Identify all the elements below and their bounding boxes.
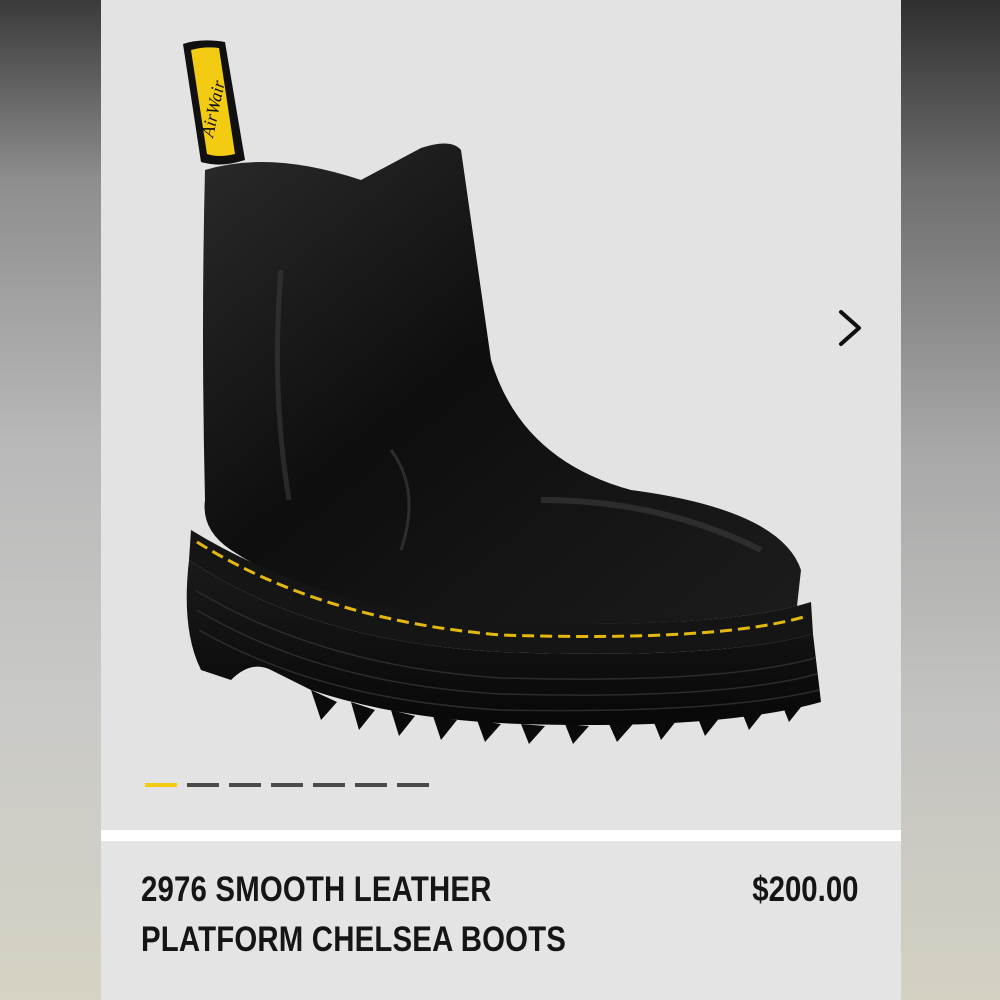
blurred-background-right (901, 0, 1000, 1000)
blurred-background-left (0, 0, 101, 1000)
pull-tab: AirWair (183, 40, 245, 165)
carousel-dot-4[interactable] (271, 783, 303, 787)
carousel-dot-1[interactable] (145, 783, 177, 787)
product-title-line-1: 2976 SMOOTH LEATHER (141, 870, 492, 909)
carousel-dot-7[interactable] (397, 783, 429, 787)
carousel-dot-6[interactable] (355, 783, 387, 787)
product-info: 2976 SMOOTH LEATHER PLATFORM CHELSEA BOO… (101, 841, 901, 1000)
carousel-indicators (145, 783, 429, 787)
chevron-right-icon (839, 310, 861, 346)
product-card: AirWair 2976 SMOOTH LEATHER PLATFORM CHE… (101, 0, 901, 1000)
product-price: $200.00 (752, 870, 859, 909)
carousel-dot-2[interactable] (187, 783, 219, 787)
product-title-line-2: PLATFORM CHELSEA BOOTS (141, 920, 567, 959)
carousel-dot-5[interactable] (313, 783, 345, 787)
product-title: 2976 SMOOTH LEATHER PLATFORM CHELSEA BOO… (141, 865, 578, 965)
section-divider (101, 830, 901, 841)
boot-product-image: AirWair (183, 40, 821, 744)
next-slide-button[interactable] (821, 300, 877, 356)
product-image-carousel[interactable]: AirWair (101, 0, 901, 830)
carousel-dot-3[interactable] (229, 783, 261, 787)
